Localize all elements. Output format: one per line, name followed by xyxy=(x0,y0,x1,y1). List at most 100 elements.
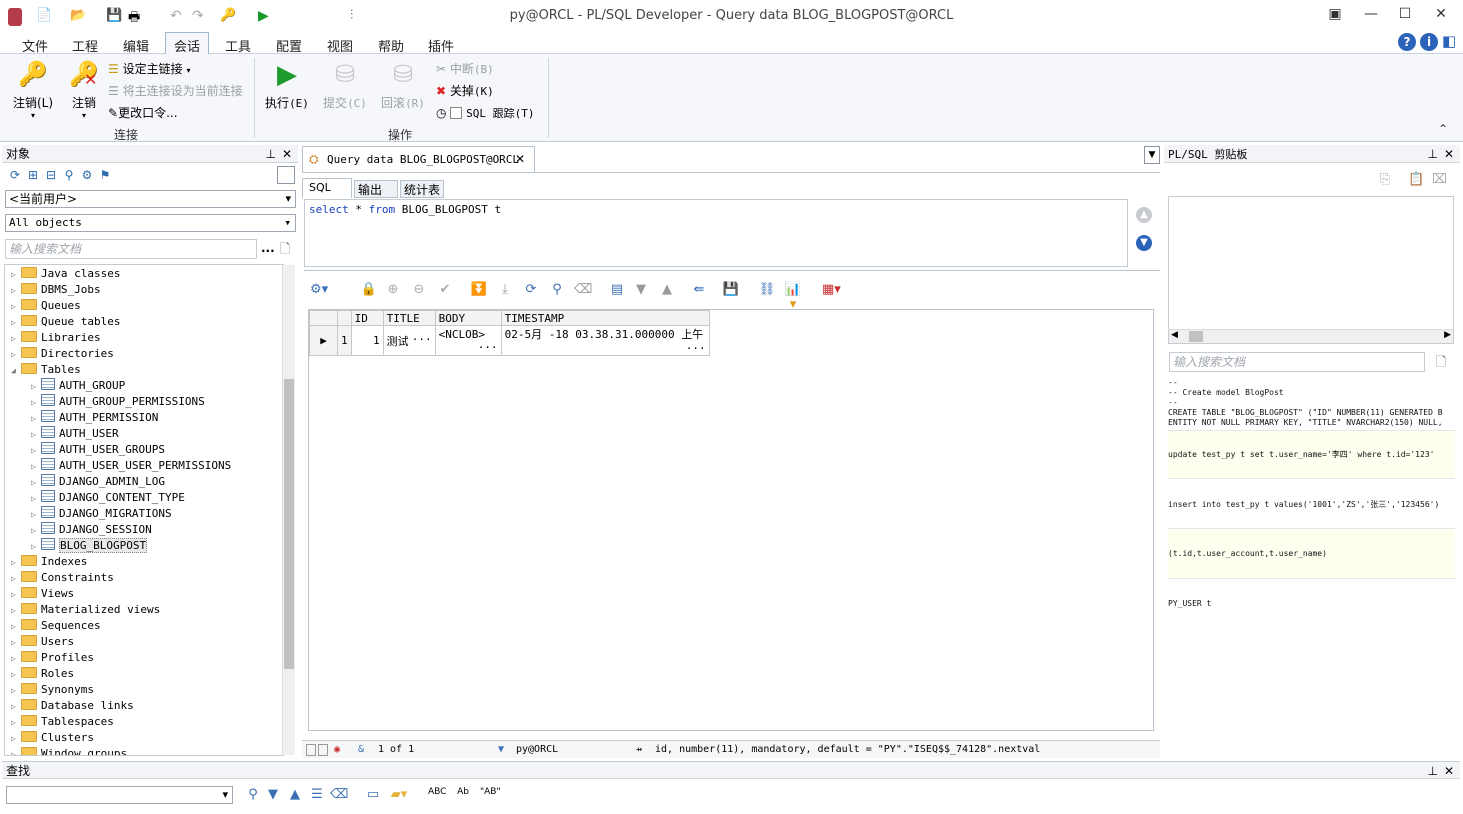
help-icon[interactable]: ? xyxy=(1398,33,1416,51)
link-icon[interactable]: ⛓ xyxy=(758,282,776,297)
tree-table-item[interactable]: ▷ AUTH_GROUP_PERMISSIONS xyxy=(31,394,205,410)
tree-folder-item[interactable]: ▷ Queues xyxy=(11,298,81,314)
tree-table-item[interactable]: ▷ DJANGO_SESSION xyxy=(31,522,152,538)
single-record-icon[interactable]: ⇚ xyxy=(690,282,708,297)
expand-arrow-icon[interactable]: ▷ xyxy=(11,283,21,299)
find-input[interactable] xyxy=(6,786,233,804)
execute-button[interactable]: ▶ 执行(E) xyxy=(264,60,310,111)
regex-icon[interactable]: "AB" xyxy=(480,787,501,797)
tree-folder-item[interactable]: ▷ Users xyxy=(11,634,74,650)
maximize-button[interactable]: ☐ xyxy=(1390,6,1420,26)
expand-arrow-icon[interactable]: ▷ xyxy=(11,635,21,651)
menu-session[interactable]: 会话 xyxy=(165,32,210,55)
close-icon[interactable]: ✕ xyxy=(282,145,292,163)
cell-body[interactable]: <NCLOB> ··· xyxy=(434,325,502,356)
copy-icon[interactable]: ⎘ xyxy=(1380,172,1390,187)
expand-arrow-icon[interactable]: ▷ xyxy=(11,651,21,667)
refresh-icon[interactable]: ⟳ xyxy=(6,168,24,183)
change-password-button[interactable]: ✎更改口令... xyxy=(108,104,178,122)
tree-folder-item[interactable]: ▷ Directories xyxy=(11,346,114,362)
whole-word-icon[interactable]: Ab xyxy=(454,787,472,797)
tree-table-item[interactable]: ▷ BLOG_BLOGPOST xyxy=(31,538,148,554)
menu-help[interactable]: 帮助 xyxy=(378,36,404,55)
menu-plugins[interactable]: 插件 xyxy=(428,36,454,55)
collapse-ribbon-icon[interactable]: ⌃ xyxy=(1438,122,1448,136)
set-main-as-current-button[interactable]: ☰ 将主连接设为当前连接 xyxy=(108,82,243,100)
record-options-icon[interactable]: ⚙▾ xyxy=(310,282,328,297)
menu-tools[interactable]: 工具 xyxy=(225,36,251,55)
close-icon[interactable]: ✕ xyxy=(1444,762,1454,780)
tree-folder-item[interactable]: ▷ Roles xyxy=(11,666,74,682)
tree-table-item[interactable]: ▷ AUTH_USER xyxy=(31,426,119,442)
expand-arrow-icon[interactable]: ▷ xyxy=(11,699,21,715)
query-by-example-icon[interactable]: ▤ xyxy=(608,282,626,297)
sql-text[interactable]: select * from BLOG_BLOGPOST t xyxy=(309,203,501,216)
tree-table-item[interactable]: ▷ DJANGO_MIGRATIONS xyxy=(31,506,172,522)
find-list-icon[interactable]: ☰ xyxy=(308,787,326,802)
expand-arrow-icon[interactable]: ▷ xyxy=(11,715,21,731)
expand-arrow-icon[interactable]: ▷ xyxy=(31,395,41,411)
expand-arrow-icon[interactable]: ▷ xyxy=(11,603,21,619)
tree-folder-item[interactable]: ▷ Materialized views xyxy=(11,602,160,618)
sql-editor[interactable]: select * from BLOG_BLOGPOST t xyxy=(304,199,1128,267)
tree-folder-item[interactable]: ▷ Views xyxy=(11,586,74,602)
clipboard-entry[interactable]: -- -- Create model BlogPost -- CREATE TA… xyxy=(1168,378,1455,428)
find-window-icon[interactable]: ▭ xyxy=(364,787,382,802)
tree-folder-item[interactable]: ▷ DBMS_Jobs xyxy=(11,282,101,298)
tree-table-item[interactable]: ▷ AUTH_GROUP xyxy=(31,378,125,394)
cell-timestamp-ellipsis[interactable]: ··· xyxy=(686,342,706,355)
sql-trace-toggle[interactable]: ◷ SQL 跟踪(T) xyxy=(436,104,535,122)
grid-col-timestamp[interactable]: TIMESTAMP xyxy=(500,310,710,326)
expand-arrow-icon[interactable]: ▷ xyxy=(31,443,41,459)
expand-arrow-icon[interactable]: ▷ xyxy=(11,267,21,283)
fetch-last-icon[interactable]: ⤓ xyxy=(496,282,514,297)
connection-dropdown-icon[interactable]: ▼ xyxy=(498,741,504,759)
clipboard-search-input[interactable]: 输入搜索文档 xyxy=(1169,352,1425,372)
clipboard-hscrollbar[interactable]: ◀ ▶ xyxy=(1169,329,1453,343)
scroll-thumb[interactable] xyxy=(1189,331,1203,342)
restore-ribbon-button[interactable]: ▣ xyxy=(1320,6,1350,26)
find-previous-icon[interactable]: ▲ xyxy=(286,787,304,802)
expand-arrow-icon[interactable]: ▷ xyxy=(11,683,21,699)
toggle-view-button[interactable] xyxy=(277,166,295,184)
scroll-down-icon[interactable]: ▼ xyxy=(1136,235,1152,251)
set-main-connection-button[interactable]: ☰ 设定主链接 ▾ xyxy=(108,60,190,78)
pin-icon[interactable]: ⊥ xyxy=(1428,762,1438,780)
expand-arrow-icon[interactable]: ▷ xyxy=(31,475,41,491)
expand-arrow-icon[interactable]: ▷ xyxy=(31,507,41,523)
expand-arrow-icon[interactable]: ▷ xyxy=(11,619,21,635)
insert-record-icon[interactable]: ⊕ xyxy=(384,282,402,297)
collapse-icon[interactable]: ⊟ xyxy=(42,168,60,183)
tree-folder-item[interactable]: ▷ Window groups xyxy=(11,746,127,755)
find-folder-icon[interactable]: ▰▾ xyxy=(390,787,408,802)
status-connection[interactable]: py@ORCL xyxy=(516,741,558,759)
tree-folder-item[interactable]: ▷ Synonyms xyxy=(11,682,94,698)
minimize-button[interactable]: — xyxy=(1356,6,1386,26)
lock-icon[interactable]: 🔒 xyxy=(360,282,378,297)
tree-folder-item[interactable]: ▷ Java classes xyxy=(11,266,120,282)
close-button[interactable]: ✕ xyxy=(1426,6,1456,26)
tree-table-item[interactable]: ▷ AUTH_USER_GROUPS xyxy=(31,442,165,458)
expand-arrow-icon[interactable]: ▷ xyxy=(31,411,41,427)
expand-arrow-icon[interactable]: ▷ xyxy=(11,667,21,683)
clipboard-entry[interactable]: update test_py t set t.user_name='李四' wh… xyxy=(1168,430,1455,478)
menu-edit[interactable]: 编辑 xyxy=(123,36,149,55)
post-changes-icon[interactable]: ✔ xyxy=(436,282,454,297)
object-type-select[interactable]: All objects xyxy=(5,214,296,232)
scroll-left-icon[interactable]: ◀ xyxy=(1171,330,1178,340)
find-binoculars-icon[interactable]: ⚲ xyxy=(244,787,262,802)
previous-record-icon[interactable]: ▼ xyxy=(632,282,650,297)
delete-record-icon[interactable]: ⊖ xyxy=(410,282,428,297)
fetch-next-icon[interactable]: ⏬ xyxy=(470,282,488,297)
expand-arrow-icon[interactable]: ▷ xyxy=(11,315,21,331)
tree-folder-item[interactable]: ▷ Indexes xyxy=(11,554,87,570)
tree-table-item[interactable]: ▷ AUTH_USER_USER_PERMISSIONS xyxy=(31,458,231,474)
cell-id[interactable]: 1 xyxy=(350,325,384,356)
clipboard-entry[interactable]: insert into test_py t values('1001','ZS'… xyxy=(1168,478,1455,528)
expand-arrow-icon[interactable]: ▷ xyxy=(11,571,21,587)
collapse-arrow-icon[interactable]: ◢ xyxy=(11,363,21,379)
search-options-button[interactable]: ... xyxy=(261,241,275,255)
grid-col-body[interactable]: BODY xyxy=(434,310,502,326)
grid-col-title[interactable]: TITLE xyxy=(382,310,436,326)
tree-folder-item[interactable]: ▷ Database links xyxy=(11,698,134,714)
